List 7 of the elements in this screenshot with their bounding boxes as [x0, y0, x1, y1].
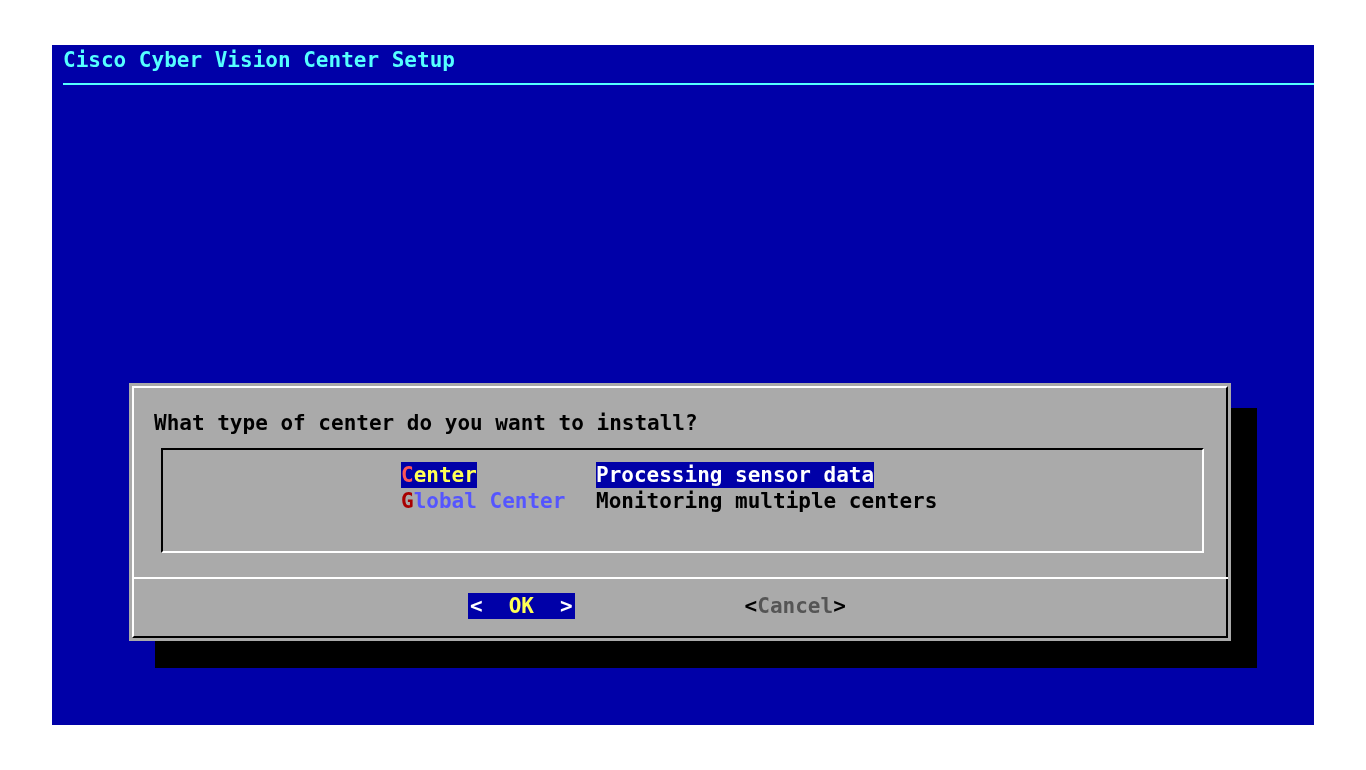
- dialog-prompt: What type of center do you want to install?: [154, 411, 698, 435]
- dialog-button[interactable]: < OK >: [468, 593, 575, 619]
- menu-item-tag[interactable]: Center: [401, 462, 596, 488]
- dialog-button[interactable]: <Cancel>: [744, 593, 846, 619]
- menu-item-description: Processing sensor data: [596, 462, 875, 488]
- screen-title: Cisco Cyber Vision Center Setup: [63, 48, 455, 72]
- menu-item-description: Monitoring multiple centers: [596, 488, 938, 514]
